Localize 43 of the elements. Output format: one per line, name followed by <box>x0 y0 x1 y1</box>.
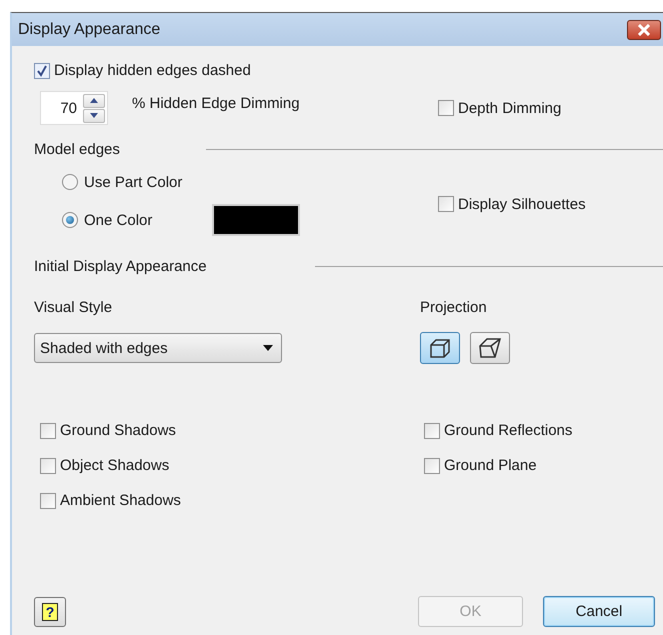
radio-label: One Color <box>84 212 154 228</box>
radio-button[interactable] <box>62 174 78 190</box>
down-arrow-icon <box>90 113 98 118</box>
dialog-button[interactable]: Cancel <box>543 596 655 627</box>
dimming-label: % Hidden Edge Dimming <box>132 95 300 112</box>
dimming-spinner[interactable]: 70 <box>40 91 108 125</box>
window-title: Display Appearance <box>18 20 160 38</box>
checkbox[interactable] <box>424 458 440 474</box>
checkbox[interactable] <box>424 422 440 438</box>
checkbox[interactable] <box>40 422 56 438</box>
field-label: Projection <box>420 299 487 316</box>
spinner-value: 70 <box>59 100 78 116</box>
visual-style-dropdown[interactable]: Shaded with edges <box>34 333 282 363</box>
color-swatch[interactable] <box>212 204 300 236</box>
checkbox[interactable] <box>438 196 454 212</box>
section-heading: Initial Display Appearance <box>34 258 207 275</box>
checkbox[interactable] <box>438 100 454 116</box>
checkbox-label: Ground Shadows <box>60 422 176 439</box>
checkbox-label: Display Silhouettes <box>458 196 586 212</box>
checkbox-label: Ambient Shadows <box>60 492 181 509</box>
field-label: Visual Style <box>34 299 112 316</box>
close-icon <box>638 24 650 36</box>
help-button[interactable]: ? <box>34 596 66 626</box>
checkbox-label: Depth Dimming <box>458 100 562 116</box>
dropdown-arrow-icon <box>263 345 273 351</box>
spin-down-button[interactable] <box>83 108 105 122</box>
checkbox-label: Object Shadows <box>60 457 170 474</box>
spin-up-button[interactable] <box>83 94 105 108</box>
checkbox[interactable] <box>40 458 56 474</box>
checkbox[interactable] <box>34 62 50 78</box>
projection-button[interactable] <box>470 332 510 364</box>
projection-button[interactable] <box>420 332 460 364</box>
section-heading: Model edges <box>34 141 120 158</box>
checkbox-label: Ground Reflections <box>444 422 572 439</box>
box-icon <box>478 337 502 359</box>
radio-label: Use Part Color <box>84 174 182 190</box>
close-button[interactable] <box>627 20 661 40</box>
checkbox-label: Display hidden edges dashed <box>54 62 251 79</box>
radio-button[interactable] <box>62 212 78 228</box>
checkbox-label: Ground Plane <box>444 457 537 474</box>
checkbox[interactable] <box>40 492 56 508</box>
cube-icon <box>429 337 451 359</box>
up-arrow-icon <box>90 98 98 103</box>
